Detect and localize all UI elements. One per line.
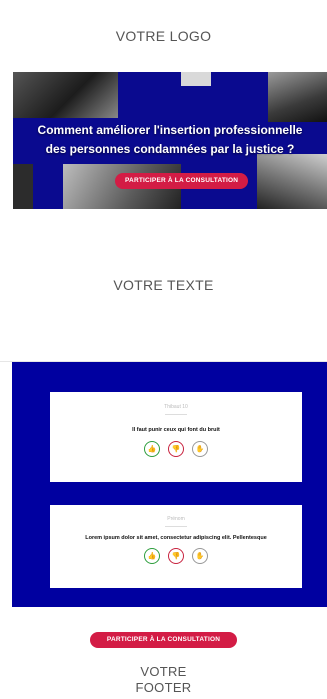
- logo-text: VOTRE LOGO: [115, 28, 212, 44]
- hero-photo: [257, 154, 327, 209]
- disagree-button[interactable]: 👎: [168, 548, 184, 564]
- card-author: Thibaut 10: [164, 404, 188, 410]
- card-text: Lorem ipsum dolor sit amet, consectetur …: [85, 535, 267, 541]
- participate-button[interactable]: PARTICIPER À LA CONSULTATION: [115, 173, 249, 189]
- neutral-button[interactable]: ✋: [192, 441, 208, 457]
- footer-text-line: VOTRE: [140, 664, 187, 679]
- card-divider: [165, 526, 187, 527]
- text-placeholder-label: VOTRE TEXTE: [113, 277, 214, 293]
- hand-icon: ✋: [195, 446, 205, 453]
- agree-button[interactable]: 👍: [144, 548, 160, 564]
- hero-photo: [268, 72, 327, 122]
- vote-buttons: 👍 👎 ✋: [50, 548, 302, 564]
- vote-buttons: 👍 👎 ✋: [50, 441, 302, 457]
- proposals-section: Thibaut 10 Il faut punir ceux qui font d…: [12, 362, 327, 607]
- hero-banner: Comment améliorer l'insertion profession…: [13, 72, 327, 209]
- footer-text-line: FOOTER: [135, 680, 192, 695]
- hand-icon: ✋: [195, 553, 205, 560]
- thumbs-down-icon: 👎: [171, 553, 181, 560]
- thumbs-down-icon: 👎: [171, 446, 181, 453]
- hero-photo: [181, 72, 211, 86]
- hero-photo: [13, 72, 118, 118]
- footer-placeholder: VOTRE FOOTER: [0, 664, 327, 696]
- hero-title-line: Comment améliorer l'insertion profession…: [37, 123, 303, 137]
- hero-title: Comment améliorer l'insertion profession…: [13, 121, 327, 159]
- neutral-button[interactable]: ✋: [192, 548, 208, 564]
- proposal-card: Prénom Lorem ipsum dolor sit amet, conse…: [50, 505, 302, 588]
- disagree-button[interactable]: 👎: [168, 441, 184, 457]
- card-text: Il faut punir ceux qui font du bruit: [132, 427, 220, 433]
- text-placeholder: VOTRE TEXTE: [0, 209, 327, 362]
- card-author: Prénom: [167, 516, 185, 522]
- agree-button[interactable]: 👍: [144, 441, 160, 457]
- hero-photo: [13, 164, 33, 209]
- proposal-card: Thibaut 10 Il faut punir ceux qui font d…: [50, 392, 302, 482]
- thumbs-up-icon: 👍: [147, 446, 157, 453]
- card-divider: [165, 414, 187, 415]
- participate-button[interactable]: PARTICIPER À LA CONSULTATION: [89, 632, 238, 648]
- logo-placeholder: VOTRE LOGO: [0, 0, 327, 72]
- thumbs-up-icon: 👍: [147, 553, 157, 560]
- footer-cta: PARTICIPER À LA CONSULTATION: [0, 628, 327, 648]
- hero-title-line: des personnes condamnées par la justice …: [45, 142, 295, 156]
